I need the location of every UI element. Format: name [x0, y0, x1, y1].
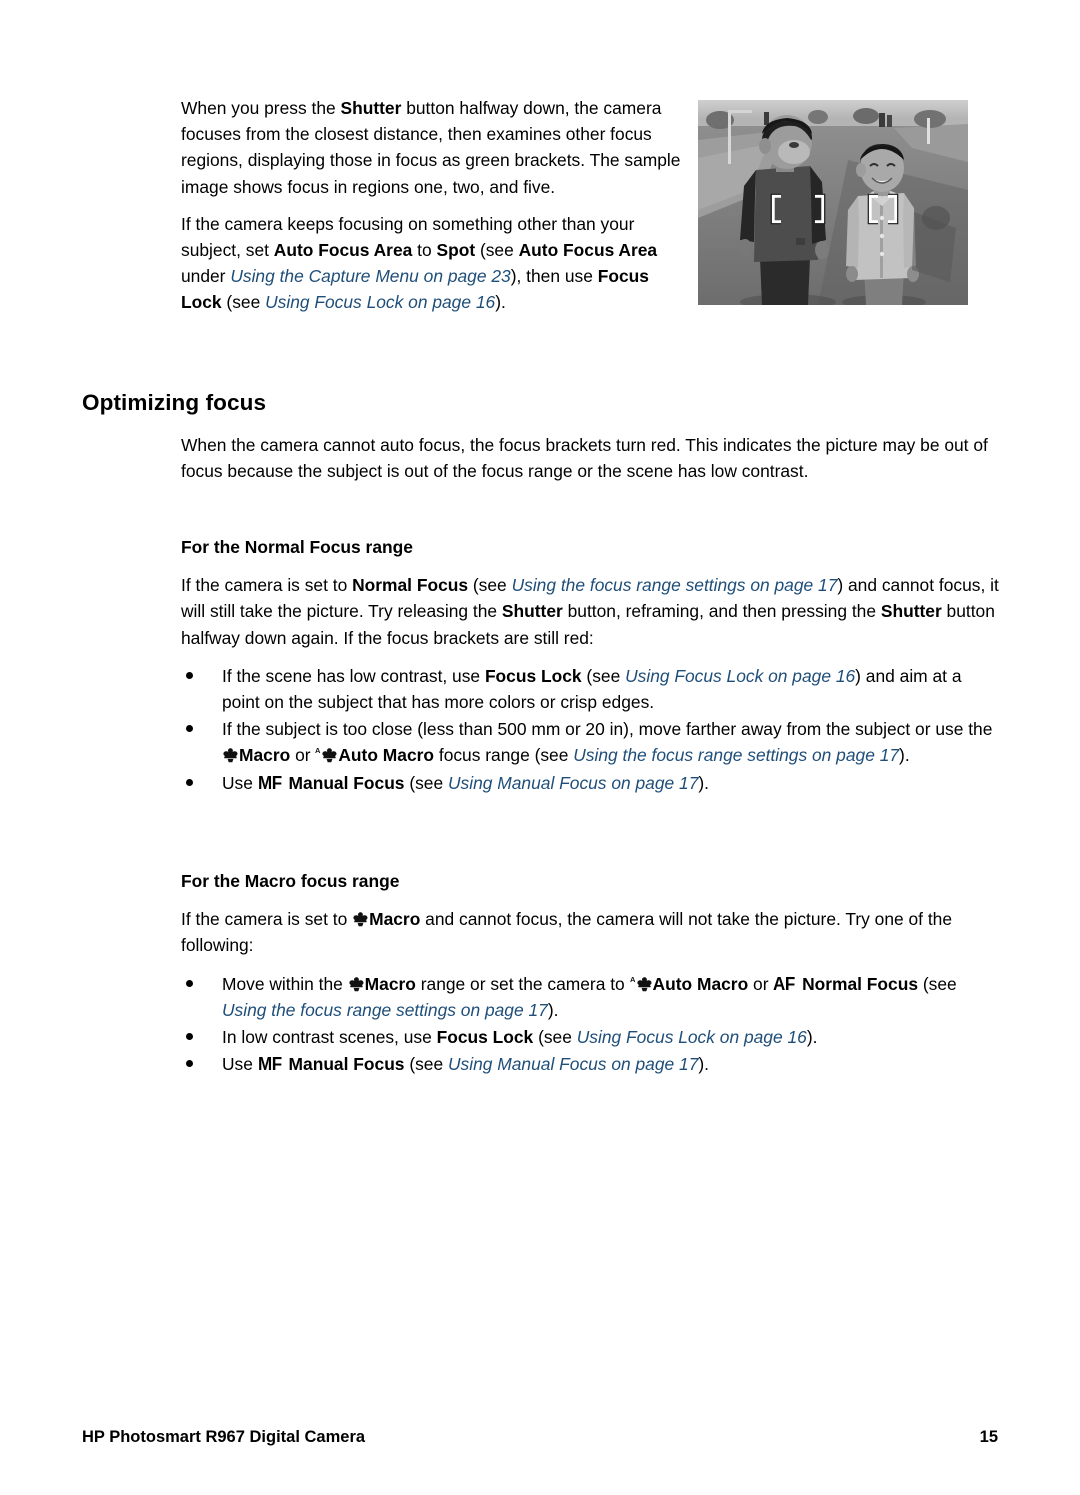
bullet-dot-icon: [186, 979, 193, 987]
manual-focus-icon: MF: [257, 771, 282, 793]
text-run: If the scene has low contrast, use: [222, 665, 485, 686]
link-using-the-capture-menu[interactable]: Using the Capture Menu on page 23: [230, 266, 510, 286]
text-run: ).: [698, 1054, 709, 1075]
list-item: Move within the Macro range or set the c…: [181, 971, 1001, 1023]
text-run: If the camera is set to: [181, 909, 353, 930]
bold-normal-focus: Normal Focus: [352, 575, 469, 596]
section-intro-paragraph: When the camera cannot auto focus, the f…: [181, 435, 988, 482]
normal-focus-bullet-list: If the scene has low contrast, use Focus…: [181, 663, 1001, 796]
bullet-dot-icon: [186, 778, 193, 786]
text-run: ).: [495, 292, 506, 313]
text-run: (see: [404, 772, 448, 793]
bold-manual-focus: Manual Focus: [288, 1054, 405, 1075]
text-run: Move within the: [222, 973, 348, 994]
text-run: (see: [918, 973, 957, 994]
svg-text:A: A: [315, 746, 321, 755]
auto-macro-icon: A: [315, 746, 338, 763]
bold-focus-lock: Focus Lock: [484, 665, 582, 686]
bold-normal-focus: Normal Focus: [802, 973, 919, 994]
text-run: (see: [533, 1027, 577, 1048]
text-run: If the camera is set to: [181, 575, 353, 596]
list-item: In low contrast scenes, use Focus Lock (…: [181, 1024, 1001, 1050]
text-run: In low contrast scenes, use: [222, 1027, 437, 1048]
bold-spot: Spot: [436, 240, 476, 261]
intro-text-block: When you press the Shutter button halfwa…: [181, 95, 686, 327]
text-run: ).: [698, 772, 709, 793]
text-run: (see: [468, 575, 512, 596]
text-run: Use: [222, 772, 258, 793]
normal-focus-paragraph: If the camera is set to Normal Focus (se…: [181, 572, 1001, 651]
section-heading-optimizing-focus: Optimizing focus: [82, 390, 267, 415]
link-using-focus-lock[interactable]: Using Focus Lock on page 16: [265, 292, 495, 312]
link-using-manual-focus[interactable]: Using Manual Focus on page 17: [448, 1054, 698, 1074]
macro-focus-paragraph: If the camera is set to Macro and cannot…: [181, 906, 1001, 958]
bullet-dot-icon: [186, 671, 193, 679]
text-run: ).: [547, 999, 559, 1020]
list-item: Use MF Manual Focus (see Using Manual Fo…: [181, 770, 1001, 796]
auto-focus-icon: AF: [773, 972, 796, 994]
text-run: or: [290, 745, 316, 766]
link-using-focus-range-settings[interactable]: Using the focus range settings on page 1…: [222, 1000, 548, 1020]
text-run: If the subject is too close (less than 5…: [222, 719, 993, 740]
bold-auto-focus-area-ref: Auto Focus Area: [518, 240, 658, 261]
text-run: (see: [404, 1054, 448, 1075]
subheading-normal-focus-range: For the Normal Focus range: [181, 537, 413, 557]
text-run: ).: [899, 745, 910, 766]
bullet-dot-icon: [186, 725, 193, 733]
text-run: ).: [806, 1027, 818, 1048]
text-run: under: [181, 266, 231, 287]
bold-auto-macro: Auto Macro: [338, 745, 435, 766]
document-page: When you press the Shutter button halfwa…: [0, 0, 1080, 1495]
macro-icon: [222, 747, 239, 763]
text-run: or: [748, 973, 774, 994]
list-item: Use MF Manual Focus (see Using Manual Fo…: [181, 1051, 1001, 1077]
link-using-focus-range-settings[interactable]: Using the focus range settings on page 1…: [512, 575, 838, 595]
manual-focus-icon: MF: [257, 1053, 282, 1075]
svg-text:A: A: [630, 975, 636, 984]
macro-icon: [348, 976, 365, 992]
auto-macro-icon: A: [630, 975, 653, 992]
text-run: button, reframing, and then pressing the: [562, 601, 881, 622]
subheading-macro-focus-range: For the Macro focus range: [181, 871, 400, 891]
footer-page-number: 15: [979, 1428, 998, 1446]
bold-macro: Macro: [369, 909, 421, 930]
list-item: If the subject is too close (less than 5…: [181, 716, 1001, 768]
footer-title: HP Photosmart R967 Digital Camera: [82, 1428, 366, 1446]
link-using-focus-lock[interactable]: Using Focus Lock on page 16: [625, 666, 855, 686]
bullet-dot-icon: [186, 1033, 193, 1041]
link-using-focus-lock[interactable]: Using Focus Lock on page 16: [577, 1027, 807, 1047]
normal-focus-block: For the Normal Focus range If the camera…: [181, 534, 1001, 797]
intro-paragraph-1: When you press the Shutter button halfwa…: [181, 95, 686, 200]
macro-focus-block: For the Macro focus range If the camera …: [181, 868, 1001, 1078]
link-using-focus-range-settings[interactable]: Using the focus range settings on page 1…: [573, 745, 899, 765]
section-intro-block: When the camera cannot auto focus, the f…: [181, 432, 1001, 496]
bold-shutter: Shutter: [501, 601, 563, 622]
bold-manual-focus: Manual Focus: [288, 772, 405, 793]
bold-shutter: Shutter: [880, 601, 942, 622]
bold-macro: Macro: [364, 973, 416, 994]
macro-icon: [352, 911, 369, 927]
text-run: ), then use: [510, 266, 598, 287]
sample-photo-graphic: [698, 100, 968, 305]
intro-paragraph-2: If the camera keeps focusing on somethin…: [181, 211, 686, 316]
text-run: (see: [475, 240, 519, 261]
bold-focus-lock: Focus Lock: [436, 1027, 534, 1048]
text-run: (see: [581, 665, 626, 686]
list-item: If the scene has low contrast, use Focus…: [181, 663, 1001, 715]
text-run: When you press the: [181, 98, 341, 118]
link-using-manual-focus[interactable]: Using Manual Focus on page 17: [448, 773, 698, 793]
bullet-dot-icon: [186, 1060, 193, 1068]
text-run: Use: [222, 1054, 258, 1075]
macro-focus-bullet-list: Move within the Macro range or set the c…: [181, 971, 1001, 1078]
bold-macro: Macro: [239, 745, 291, 766]
text-run: (see: [221, 292, 266, 313]
text-run: to: [412, 240, 437, 261]
bold-shutter: Shutter: [340, 98, 402, 118]
text-run: range or set the camera to: [415, 973, 630, 994]
sample-photo: [698, 100, 968, 305]
bold-auto-macro: Auto Macro: [652, 973, 749, 994]
bold-auto-focus-area: Auto Focus Area: [273, 240, 413, 261]
text-run: focus range (see: [434, 745, 574, 766]
